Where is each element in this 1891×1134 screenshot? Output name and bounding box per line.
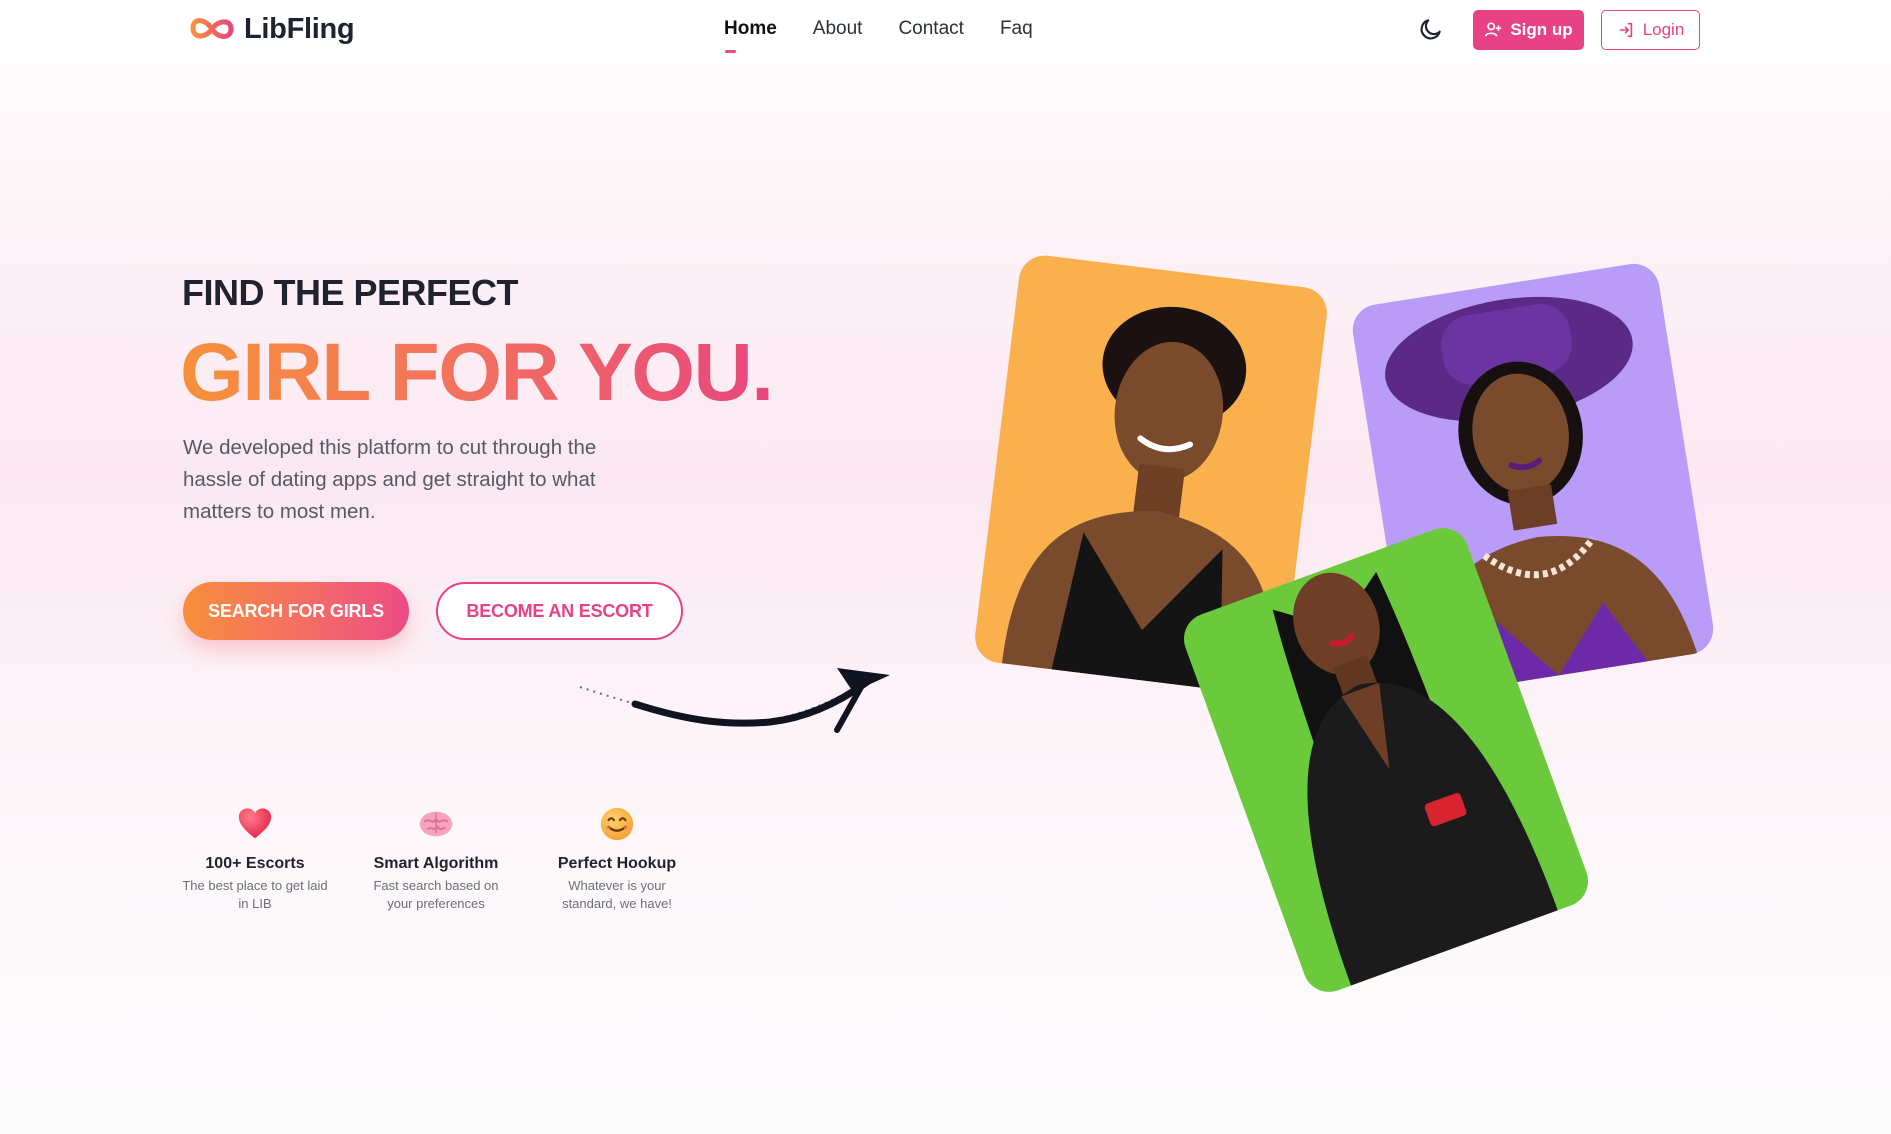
search-for-girls-button[interactable]: SEARCH FOR GIRLS: [183, 582, 409, 640]
feature-smart-algorithm: Smart Algorithm Fast search based on you…: [361, 805, 511, 913]
become-escort-button[interactable]: BECOME AN ESCORT: [436, 582, 683, 640]
feature-description: Whatever is your standard, we have!: [562, 878, 672, 911]
hero-description: We developed this platform to cut throug…: [183, 436, 597, 523]
hero-eyebrow: FIND THE PERFECT: [182, 272, 519, 313]
brand[interactable]: LibFling: [188, 12, 355, 46]
login-button[interactable]: Login: [1601, 10, 1700, 50]
brain-icon: [419, 811, 453, 837]
login-label: Login: [1642, 20, 1685, 39]
feature-perfect-hookup: Perfect Hookup Whatever is your standard…: [542, 805, 692, 913]
feature-title: Perfect Hookup: [557, 855, 677, 872]
feature-escorts: 100+ Escorts The best place to get laid …: [180, 805, 330, 913]
nav-contact[interactable]: Contact: [898, 18, 963, 40]
nav-faq[interactable]: Faq: [1000, 18, 1033, 40]
feature-title: Smart Algorithm: [373, 855, 499, 872]
smile-icon: [600, 807, 634, 841]
infinity-heart-logo-icon: [190, 18, 234, 39]
heart-icon: [238, 808, 272, 839]
signup-button[interactable]: Sign up: [1473, 10, 1584, 50]
main-menu: Home About Contact Faq: [724, 18, 1033, 53]
curved-arrow-icon: [579, 668, 890, 733]
login-arrow-icon: [1619, 22, 1632, 38]
signup-label: Sign up: [1510, 20, 1573, 39]
feature-description: Fast search based on your preferences: [373, 878, 499, 911]
brand-name: LibFling: [244, 12, 355, 45]
moon-icon[interactable]: [1418, 16, 1444, 42]
hero-title: GIRL FOR YOU.: [180, 327, 774, 418]
top-navbar: LibFling Home About Contact Faq Sign up …: [0, 0, 1891, 62]
nav-home[interactable]: Home: [724, 18, 777, 53]
feature-title: 100+ Escorts: [205, 855, 305, 872]
feature-description: The best place to get laid in LIB: [182, 878, 328, 911]
nav-about[interactable]: About: [813, 18, 863, 40]
user-plus-icon: [1485, 22, 1502, 37]
